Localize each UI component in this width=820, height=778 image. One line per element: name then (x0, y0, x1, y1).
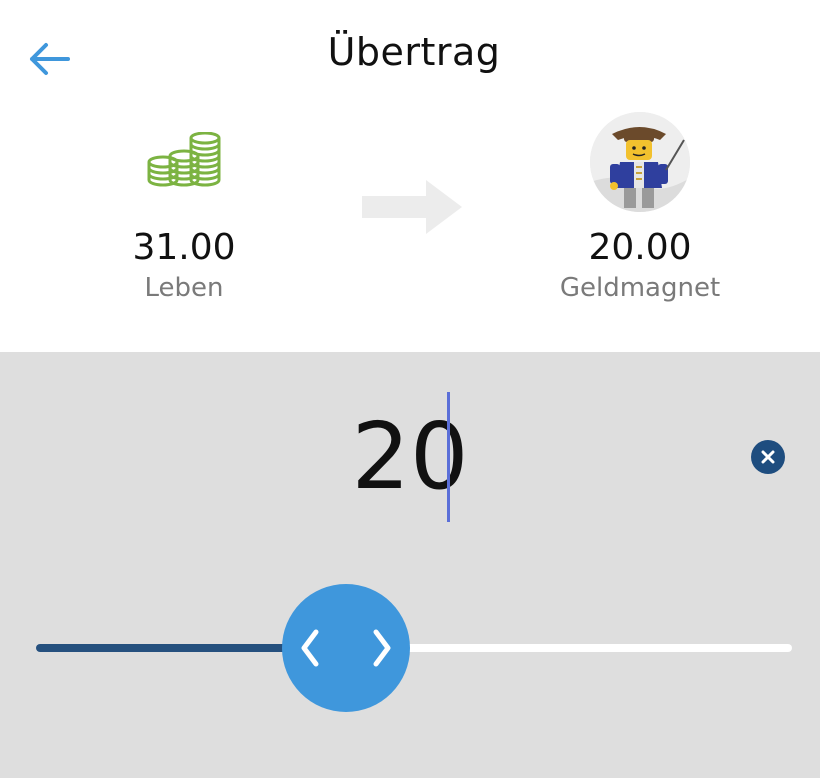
coins-icon (147, 132, 221, 187)
from-account: 31.00 Leben (54, 110, 314, 304)
amount-input[interactable] (300, 392, 520, 522)
avatar-image (590, 112, 690, 212)
slider-thumb[interactable] (281, 584, 410, 712)
clear-button[interactable] (751, 440, 785, 474)
page-title: Übertrag (327, 30, 501, 74)
amount-panel (0, 352, 820, 778)
arrow-right-icon (362, 180, 462, 234)
amount-input-wrap (0, 392, 820, 522)
clear-icon (761, 450, 775, 464)
transfer-summary: Übertrag 31.00 Leben 20.00 Geldmagnet (0, 0, 820, 352)
chevron-left-right-icon (301, 629, 391, 667)
to-account-name: Geldmagnet (559, 273, 721, 303)
to-account: 20.00 Geldmagnet (510, 110, 770, 304)
amount-slider[interactable] (36, 584, 792, 712)
to-account-amount: 20.00 (588, 227, 692, 268)
from-account-name: Leben (144, 273, 224, 303)
from-account-amount: 31.00 (132, 227, 236, 268)
text-caret (447, 392, 450, 522)
